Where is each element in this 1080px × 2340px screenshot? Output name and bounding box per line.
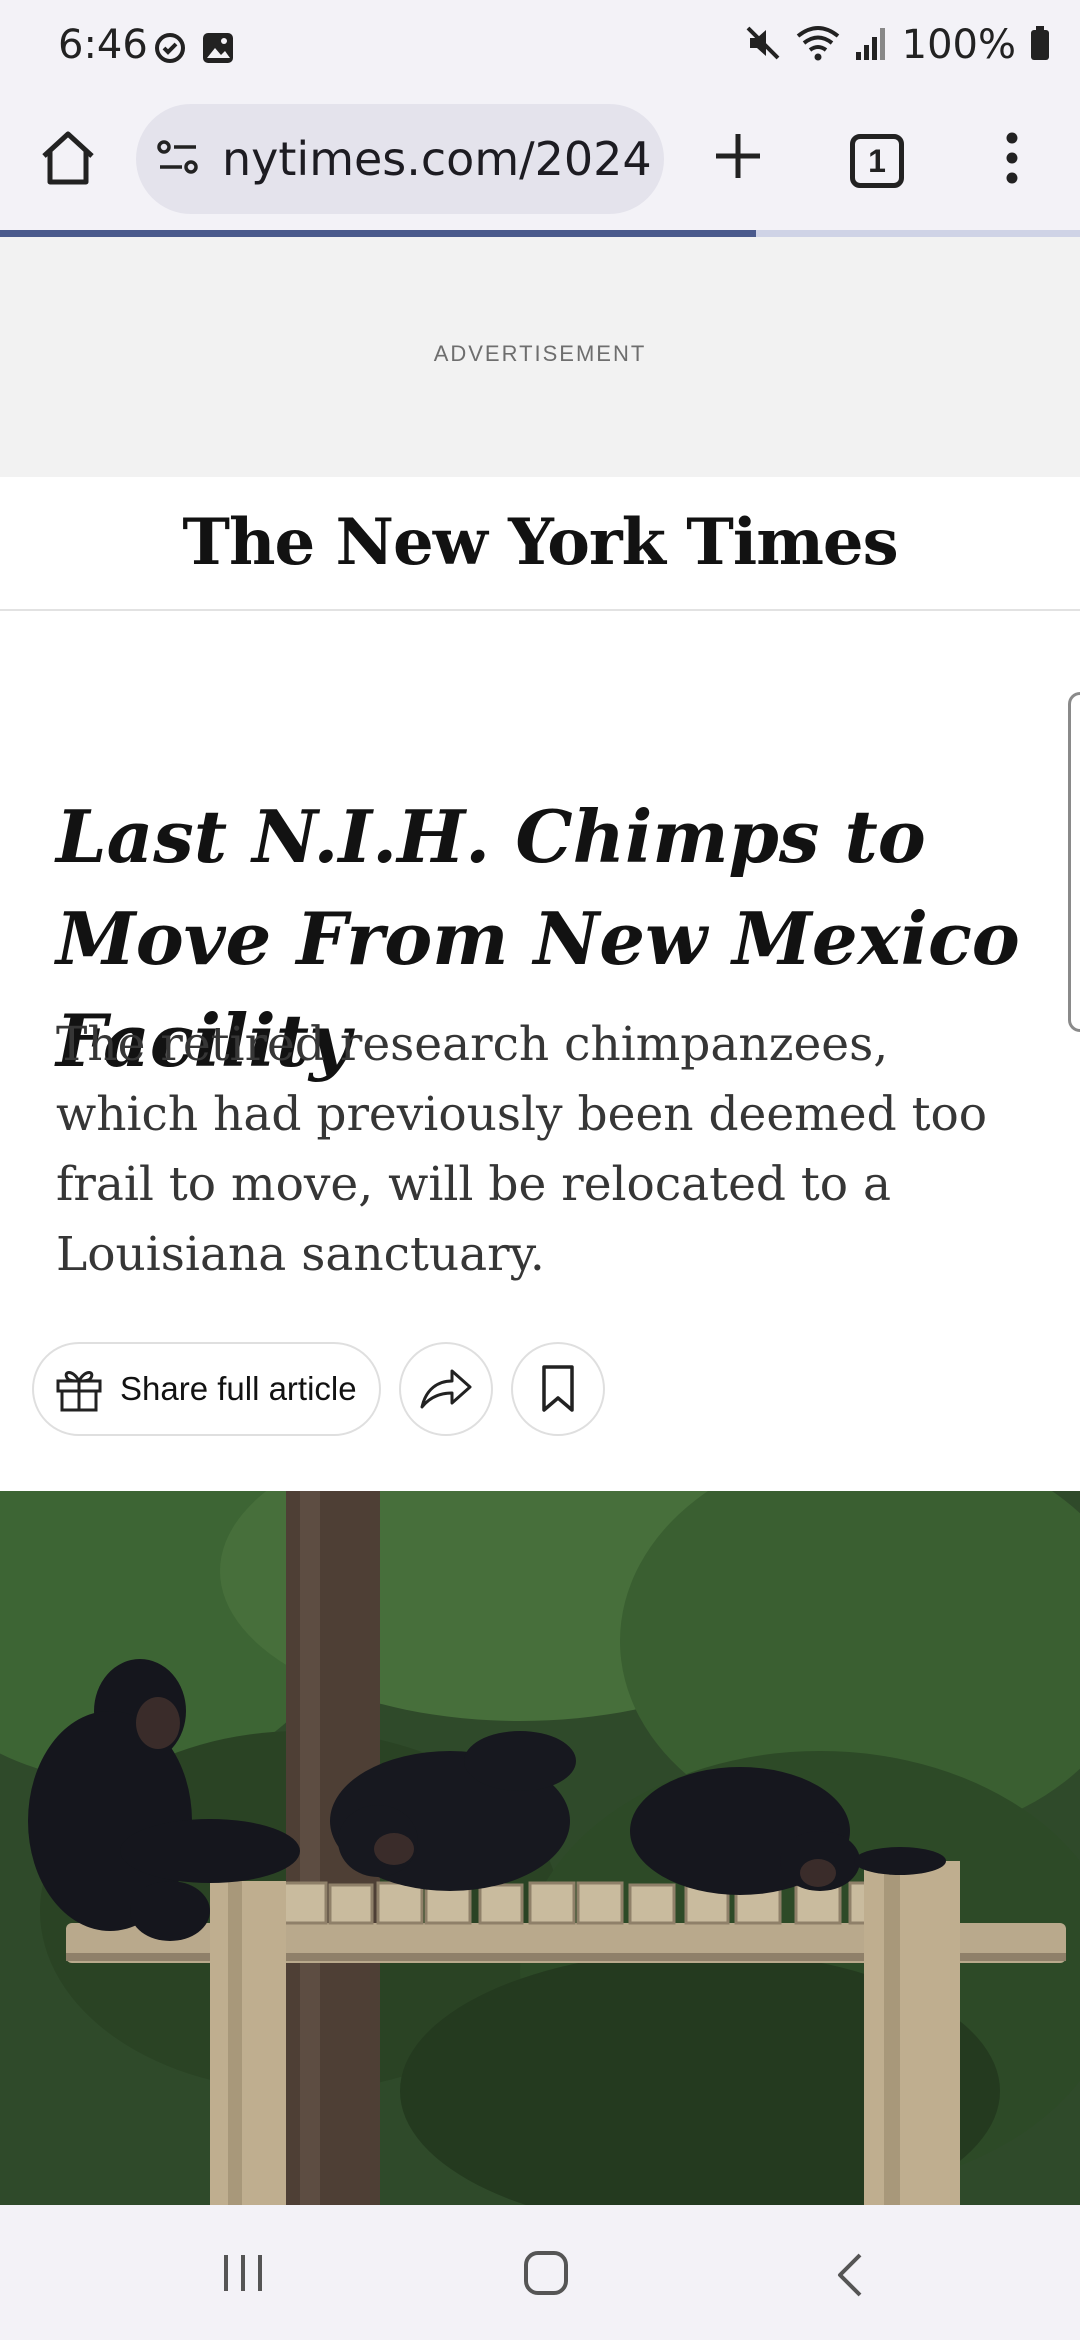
back-icon bbox=[838, 2253, 862, 2297]
battery-percent: 100% bbox=[901, 22, 1016, 68]
url-bar[interactable]: nytimes.com/2024 bbox=[136, 104, 664, 214]
new-tab-button[interactable] bbox=[708, 126, 768, 186]
scroll-handle[interactable] bbox=[1068, 692, 1080, 1032]
url-text: nytimes.com/2024 bbox=[222, 132, 652, 186]
system-home-button[interactable] bbox=[522, 2249, 570, 2302]
plus-icon bbox=[716, 134, 760, 178]
site-settings-icon[interactable] bbox=[156, 137, 200, 182]
article-summary: The retired research chimpanzees, which … bbox=[56, 1017, 988, 1282]
share-tools: Share full article bbox=[32, 1342, 605, 1436]
system-navigation-bar bbox=[0, 2205, 1080, 2340]
home-button[interactable] bbox=[36, 126, 100, 190]
browser-toolbar: nytimes.com/2024 1 bbox=[0, 100, 1080, 234]
sync-icon bbox=[152, 30, 188, 71]
signal-icon bbox=[854, 24, 888, 67]
share-button[interactable] bbox=[398, 1342, 493, 1436]
home-icon bbox=[42, 131, 94, 185]
status-time: 6:46 bbox=[58, 22, 148, 68]
bookmark-icon bbox=[541, 1365, 574, 1412]
gift-icon bbox=[56, 1371, 102, 1412]
share-full-article-button[interactable]: Share full article bbox=[32, 1342, 381, 1436]
share-arrow-icon bbox=[420, 1369, 472, 1409]
recent-apps-button[interactable] bbox=[220, 2251, 266, 2300]
system-back-button[interactable] bbox=[830, 2251, 870, 2304]
advertisement-label: ADVERTISEMENT bbox=[433, 341, 647, 366]
page-load-progress-fill bbox=[0, 230, 756, 237]
chimpanzees-photo bbox=[0, 1491, 1080, 2205]
wifi-icon bbox=[796, 24, 840, 67]
advertisement-slot: ADVERTISEMENT bbox=[0, 237, 1080, 477]
share-full-article-label: Share full article bbox=[120, 1370, 357, 1407]
status-bar: 6:46 100% bbox=[0, 0, 1080, 100]
browser-menu-button[interactable] bbox=[994, 126, 1030, 190]
page-load-progress bbox=[0, 230, 1080, 237]
battery-icon bbox=[1030, 24, 1050, 67]
mute-icon bbox=[744, 24, 782, 67]
save-bookmark-button[interactable] bbox=[510, 1342, 605, 1436]
article-photo bbox=[0, 1491, 1080, 2205]
home-icon bbox=[524, 2251, 568, 2295]
more-vertical-icon bbox=[1006, 132, 1018, 184]
recent-apps-icon bbox=[224, 2255, 262, 2291]
image-icon bbox=[200, 30, 236, 71]
tab-switcher-button[interactable]: 1 bbox=[850, 134, 904, 188]
masthead: The New York Times bbox=[0, 477, 1080, 611]
tab-count: 1 bbox=[868, 142, 886, 179]
nyt-logo[interactable]: The New York Times bbox=[0, 505, 1080, 580]
